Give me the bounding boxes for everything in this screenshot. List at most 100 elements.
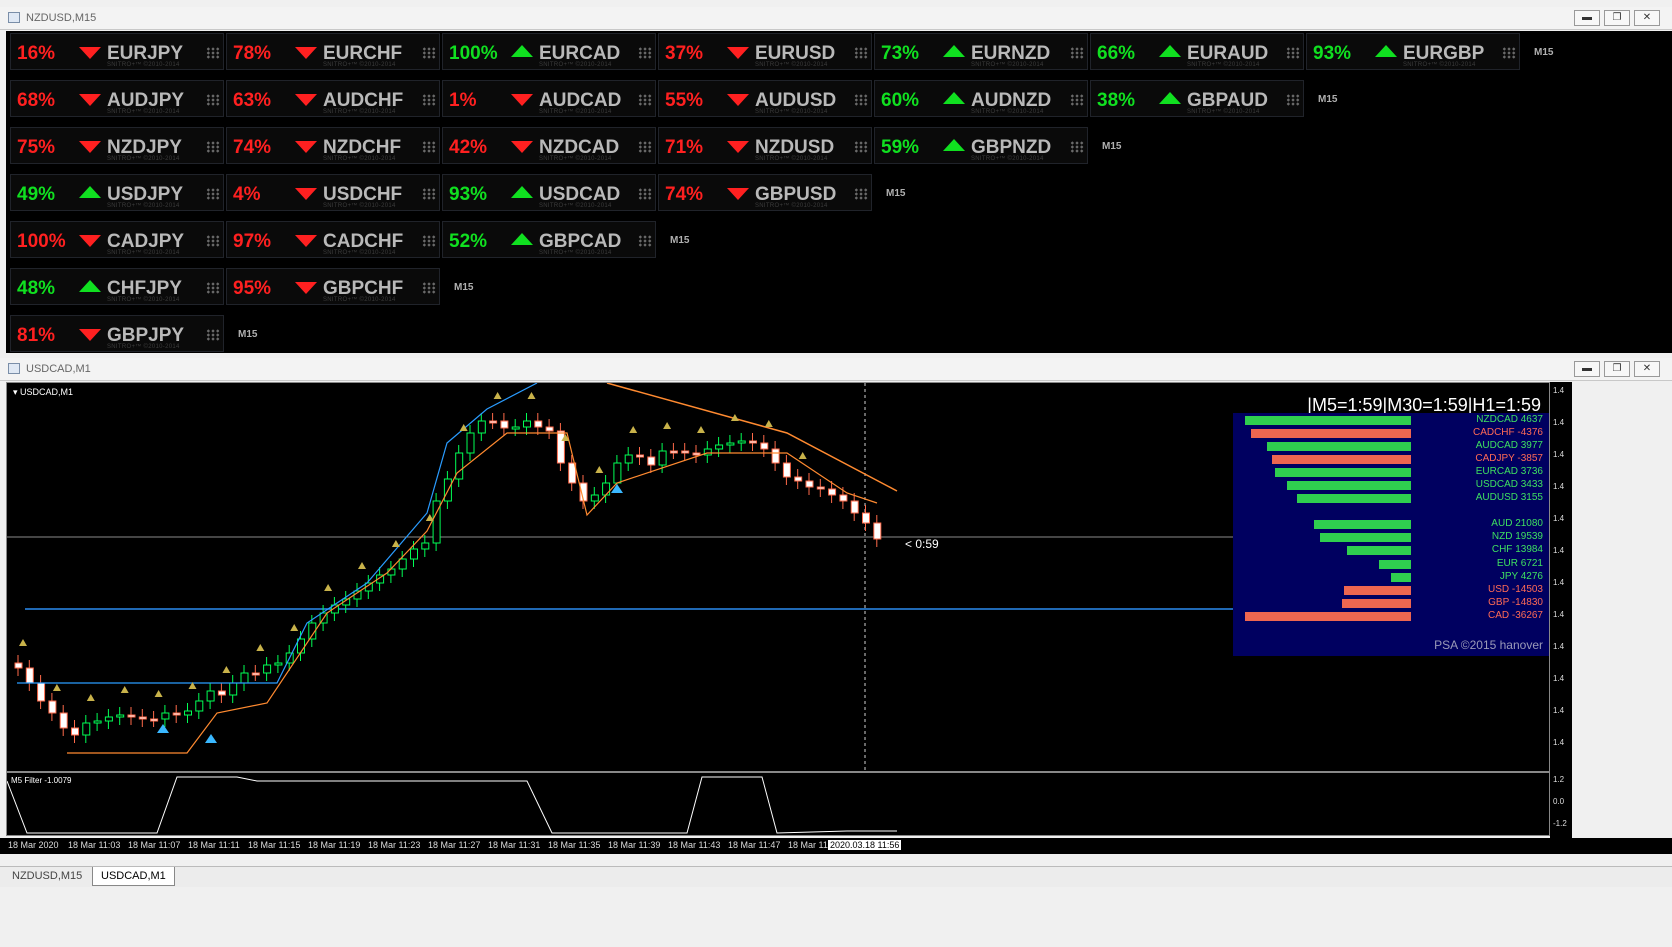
filter-tick-label: -1.2 <box>1553 819 1567 828</box>
chart-window-icon <box>8 12 20 23</box>
time-tick-label: 18 Mar 11:43 <box>668 840 721 850</box>
candle-body <box>127 714 136 718</box>
minimize-button[interactable]: ▬ <box>1574 361 1600 377</box>
candle-body <box>873 522 882 540</box>
close-button[interactable]: ✕ <box>1634 361 1660 377</box>
price-scale[interactable]: 1.4 1.4 1.4 1.4 1.4 1.4 1.4 1.4 1.4 1.4 1.4 1.4 1.2 0… <box>1550 382 1572 840</box>
strength-label: GBP -14830 <box>1488 597 1543 609</box>
strength-percent: 55% <box>665 90 704 111</box>
price-chart[interactable]: ▾ USDCAD,M1 < 0:59 |M5=1:59|M30=1:59|H1=… <box>6 382 1550 772</box>
candle-body <box>14 662 23 669</box>
strength-label: CHF 13984 <box>1491 544 1543 556</box>
candle-body <box>828 488 837 496</box>
meter-cell-audjpy: 68% AUDJPY SNITRO+™ ©2010-2014 <box>10 80 224 117</box>
candle-body <box>590 494 599 502</box>
timeframe-label: M15 <box>1102 141 1122 152</box>
tab-usdcad-m1[interactable]: USDCAD,M1 <box>92 867 175 886</box>
close-button[interactable]: ✕ <box>1634 10 1660 26</box>
restore-button[interactable]: ❐ <box>1604 361 1630 377</box>
filter-label: M5 Filter -1.0079 <box>11 776 72 785</box>
dots-grid-icon <box>1070 47 1084 59</box>
candle-body <box>523 420 531 428</box>
strength-percent: 52% <box>449 231 488 252</box>
watermark: SNITRO+™ ©2010-2014 <box>539 62 612 68</box>
time-tick-label: 18 Mar 11:47 <box>728 840 781 850</box>
signal-marker <box>358 562 366 569</box>
minimize-button[interactable]: ▬ <box>1574 10 1600 26</box>
meter-cell-euraud: 66% EURAUD SNITRO+™ ©2010-2014 <box>1090 33 1304 70</box>
price-tick-label: 1.4 <box>1553 674 1565 683</box>
candle-body <box>184 710 192 716</box>
strength-percent: 100% <box>449 43 498 64</box>
dots-grid-icon <box>854 141 868 153</box>
strength-percent: 48% <box>17 278 56 299</box>
signal-marker <box>154 690 163 697</box>
price-tick-label: 1.4 <box>1553 450 1565 459</box>
strength-bar <box>1391 572 1411 582</box>
restore-button[interactable]: ❐ <box>1604 10 1630 26</box>
time-tick-label: 18 Mar 2020 <box>8 840 59 850</box>
watermark: SNITRO+™ ©2010-2014 <box>323 250 396 256</box>
time-tick-label: 18 Mar 11:39 <box>608 840 661 850</box>
watermark: SNITRO+™ ©2010-2014 <box>539 156 612 162</box>
signal-marker <box>764 420 773 427</box>
candle-body <box>794 476 803 482</box>
filter-tick-label: 0.0 <box>1553 797 1565 806</box>
signal-marker <box>697 426 705 433</box>
candle-body <box>782 462 791 478</box>
signal-marker <box>663 422 672 429</box>
strength-percent: 100% <box>17 231 66 252</box>
signal-marker <box>493 392 502 399</box>
strength-bar <box>1320 533 1411 543</box>
candle-body <box>636 454 644 458</box>
top-window-titlebar[interactable]: NZDUSD,M15 ▬ ❐ ✕ <box>0 7 1672 30</box>
arrow-up-icon <box>1375 45 1397 57</box>
bottom-window-titlebar[interactable]: USDCAD,M1 ▬ ❐ ✕ <box>0 358 1672 381</box>
signal-marker <box>595 466 604 473</box>
dots-grid-icon <box>1286 47 1300 59</box>
strength-bar <box>1314 520 1411 529</box>
strength-label: CAD -36267 <box>1487 610 1543 622</box>
strength-label: CADCHF -4376 <box>1472 427 1543 438</box>
strength-percent: 16% <box>17 43 56 64</box>
price-tick-label: 1.4 <box>1553 738 1565 747</box>
timeframe-label: M15 <box>1534 47 1554 58</box>
candle-body <box>466 432 475 454</box>
watermark: SNITRO+™ ©2010-2014 <box>1403 62 1476 68</box>
candle-body <box>669 450 678 454</box>
time-tick-label: 18 Mar 11:23 <box>368 840 421 850</box>
meter-cell-usdchf: 4% USDCHF SNITRO+™ ©2010-2014 <box>226 174 440 211</box>
arrow-up-icon <box>511 186 533 198</box>
candle-body <box>681 450 690 454</box>
signal-marker <box>120 686 129 693</box>
arrow-down-icon <box>295 282 317 294</box>
candle-body <box>760 442 769 450</box>
watermark: SNITRO+™ ©2010-2014 <box>107 250 180 256</box>
watermark: SNITRO+™ ©2010-2014 <box>323 62 396 68</box>
time-scale[interactable]: 18 Mar 2020 18 Mar 11:03 18 Mar 11:07 18 Ma… <box>0 838 1672 854</box>
candle-body <box>816 486 825 490</box>
strength-label: AUD 21080 <box>1491 518 1543 529</box>
dots-grid-icon <box>638 188 652 200</box>
signal-marker <box>629 426 638 433</box>
strength-bar <box>1251 429 1411 438</box>
arrow-down-icon <box>295 141 317 153</box>
meter-cell-cadchf: 97% CADCHF SNITRO+™ ©2010-2014 <box>226 221 440 258</box>
time-tick-label: 18 Mar 11:27 <box>428 840 481 850</box>
signal-marker <box>425 514 434 521</box>
candle-body <box>850 500 859 514</box>
arrow-down-icon <box>727 94 749 106</box>
dots-grid-icon <box>422 47 436 59</box>
watermark: SNITRO+™ ©2010-2014 <box>107 203 180 209</box>
signal-marker <box>52 684 61 691</box>
strength-label: NZDCAD 4637 <box>1476 414 1543 425</box>
channel-upper-line <box>17 383 538 684</box>
meter-cell-chfjpy: 48% CHFJPY SNITRO+™ ©2010-2014 <box>10 268 224 305</box>
m5-filter-subwindow[interactable]: M5 Filter -1.0079 <box>6 772 1550 836</box>
meter-cell-eurnzd: 73% EURNZD SNITRO+™ ©2010-2014 <box>874 33 1088 70</box>
meter-cell-nzdchf: 74% NZDCHF SNITRO+™ ©2010-2014 <box>226 127 440 164</box>
arrow-up-icon <box>943 92 965 104</box>
tab-nzdusd-m15[interactable]: NZDUSD,M15 <box>4 867 90 885</box>
chart-symbol-label[interactable]: ▾ USDCAD,M1 <box>13 387 73 398</box>
watermark: SNITRO+™ ©2010-2014 <box>755 109 828 115</box>
